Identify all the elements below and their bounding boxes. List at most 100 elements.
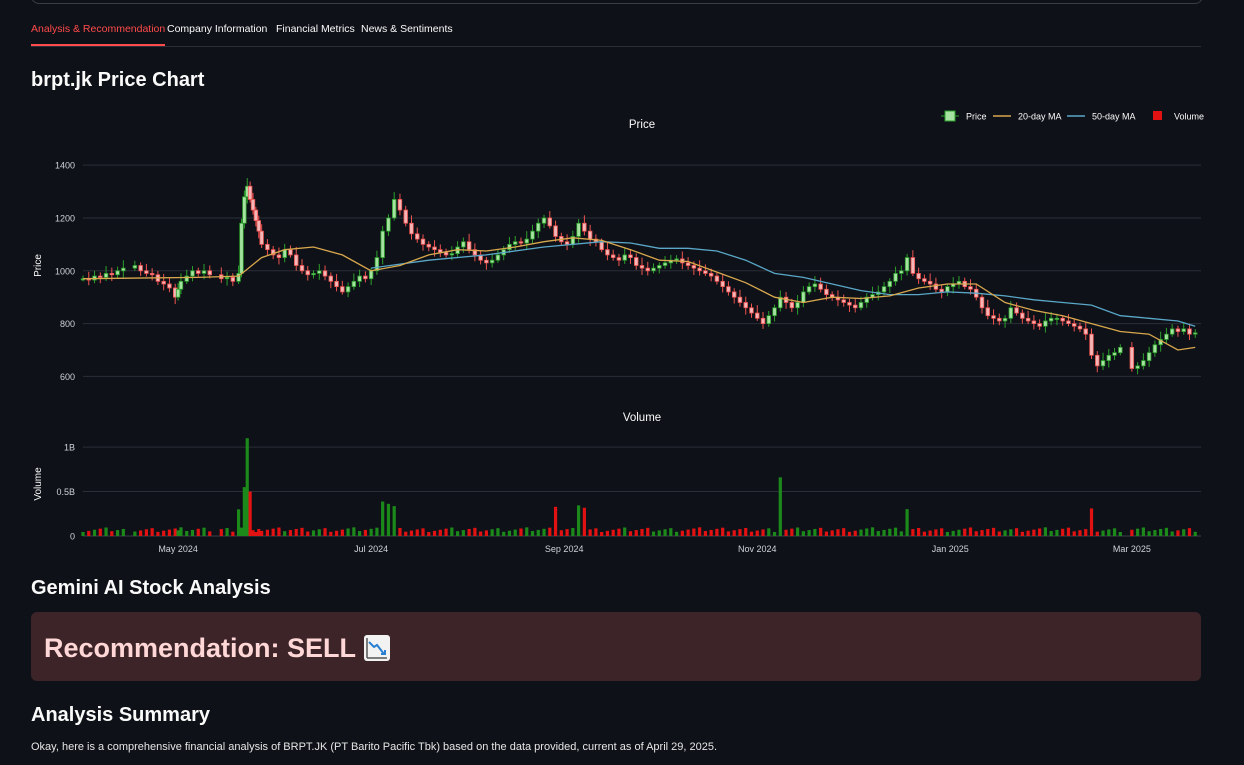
candle-body — [1083, 328, 1088, 335]
volume-bar — [905, 509, 909, 536]
volume-bar — [1061, 528, 1065, 536]
volume-bar — [323, 528, 327, 536]
volume-bar — [1153, 530, 1157, 536]
tab-news[interactable]: News & Sentiments — [361, 15, 453, 46]
candle-body — [167, 283, 172, 289]
volume-tick-label: 0.5B — [56, 487, 75, 497]
candle-body — [374, 257, 380, 272]
candle-body — [1020, 312, 1025, 319]
volume-bar — [392, 506, 396, 536]
candle-body — [910, 257, 916, 274]
volume-bar — [628, 531, 633, 536]
price-axis-label: Price — [33, 254, 44, 277]
volume-bar — [144, 529, 148, 536]
volume-bar — [893, 527, 898, 536]
volume-bar — [1107, 529, 1111, 536]
price-tick-label: 1400 — [55, 161, 75, 171]
volume-bar — [772, 532, 777, 536]
candle-body — [121, 267, 126, 272]
price-chart[interactable]: Price Volume Price Volume 600 800 1000 1200 1400… — [31, 104, 1211, 564]
candle-body — [858, 302, 864, 309]
candle-body — [536, 222, 541, 232]
candle-body — [282, 249, 287, 258]
volume-bar — [139, 530, 143, 536]
tab-company-info[interactable]: Company Information — [167, 15, 267, 46]
volume-bar — [1032, 529, 1036, 536]
candle-body — [714, 275, 720, 282]
volume-bar — [300, 527, 304, 536]
legend-label: 50-day MA — [1092, 112, 1136, 122]
volume-bar — [605, 530, 610, 536]
volume-bar — [657, 530, 661, 536]
volume-bar — [484, 530, 489, 536]
gemini-analysis-title: Gemini AI Stock Analysis — [31, 577, 271, 599]
volume-bar — [1164, 527, 1169, 536]
candle-body — [703, 270, 708, 274]
volume-bar — [755, 530, 759, 536]
x-tick-label: Jul 2024 — [354, 544, 388, 554]
candle-body — [645, 267, 650, 272]
volume-bar — [386, 503, 391, 536]
volume-bar — [853, 530, 857, 536]
candle-body — [766, 315, 771, 325]
volume-bar — [245, 438, 249, 536]
search-bar-fragment[interactable] — [31, 0, 1203, 4]
candle-body — [239, 222, 244, 274]
candle-body — [697, 267, 702, 272]
volume-bar — [957, 529, 961, 536]
tab-financial-metrics[interactable]: Financial Metrics — [276, 15, 355, 46]
candle-body — [386, 217, 391, 232]
volume-bar — [709, 529, 713, 536]
volume-bar — [104, 527, 108, 536]
volume-bar — [968, 527, 973, 536]
candle-body — [1135, 365, 1140, 369]
volume-bar — [346, 528, 350, 536]
volume-bar — [432, 530, 437, 536]
volume-bar — [415, 529, 419, 536]
candle-body — [103, 273, 109, 278]
tab-analysis[interactable]: Analysis & Recommendation — [31, 15, 166, 46]
candle-body — [403, 209, 408, 224]
candle-body — [489, 259, 495, 264]
x-tick-label: Jan 2025 — [932, 544, 969, 554]
candle-body — [634, 257, 639, 266]
volume-bar — [185, 531, 189, 536]
candle-body — [824, 288, 829, 295]
candle-body — [149, 273, 155, 276]
candle-body — [294, 254, 299, 266]
volume-bar — [899, 531, 903, 536]
candle-body — [945, 286, 950, 293]
volume-bar — [1078, 530, 1082, 536]
volume-bar — [991, 527, 996, 536]
volume-bar — [1176, 530, 1180, 536]
ma20-line — [82, 237, 1196, 351]
candle-body — [651, 267, 656, 272]
volume-bar — [934, 529, 938, 536]
candle-body — [322, 270, 328, 277]
volume-bar — [721, 527, 725, 536]
legend-label: 20-day MA — [1018, 112, 1062, 122]
volume-bar — [1038, 528, 1042, 536]
volume-bar — [738, 529, 742, 536]
candle-body — [547, 217, 552, 227]
volume-bar — [784, 529, 788, 536]
candle-body — [443, 251, 449, 256]
ma50-line — [371, 241, 1196, 327]
volume-bar — [294, 528, 298, 536]
volume-bar — [594, 528, 598, 536]
chart-decreasing-icon — [364, 635, 391, 661]
candle-body — [1100, 360, 1106, 367]
volume-bar — [363, 529, 367, 536]
volume-bar — [1187, 528, 1192, 536]
candle-body — [138, 265, 143, 272]
candle-body — [144, 270, 149, 274]
volume-bar — [1193, 531, 1197, 536]
volume-bar — [842, 528, 846, 536]
candle-body — [115, 270, 120, 276]
candle-body — [968, 286, 973, 290]
recommendation-label: Recommendation: SELL — [44, 633, 357, 663]
candle-body — [599, 241, 604, 251]
volume-bar — [196, 528, 200, 536]
volume-bar — [819, 527, 823, 536]
candle-body — [184, 275, 189, 282]
